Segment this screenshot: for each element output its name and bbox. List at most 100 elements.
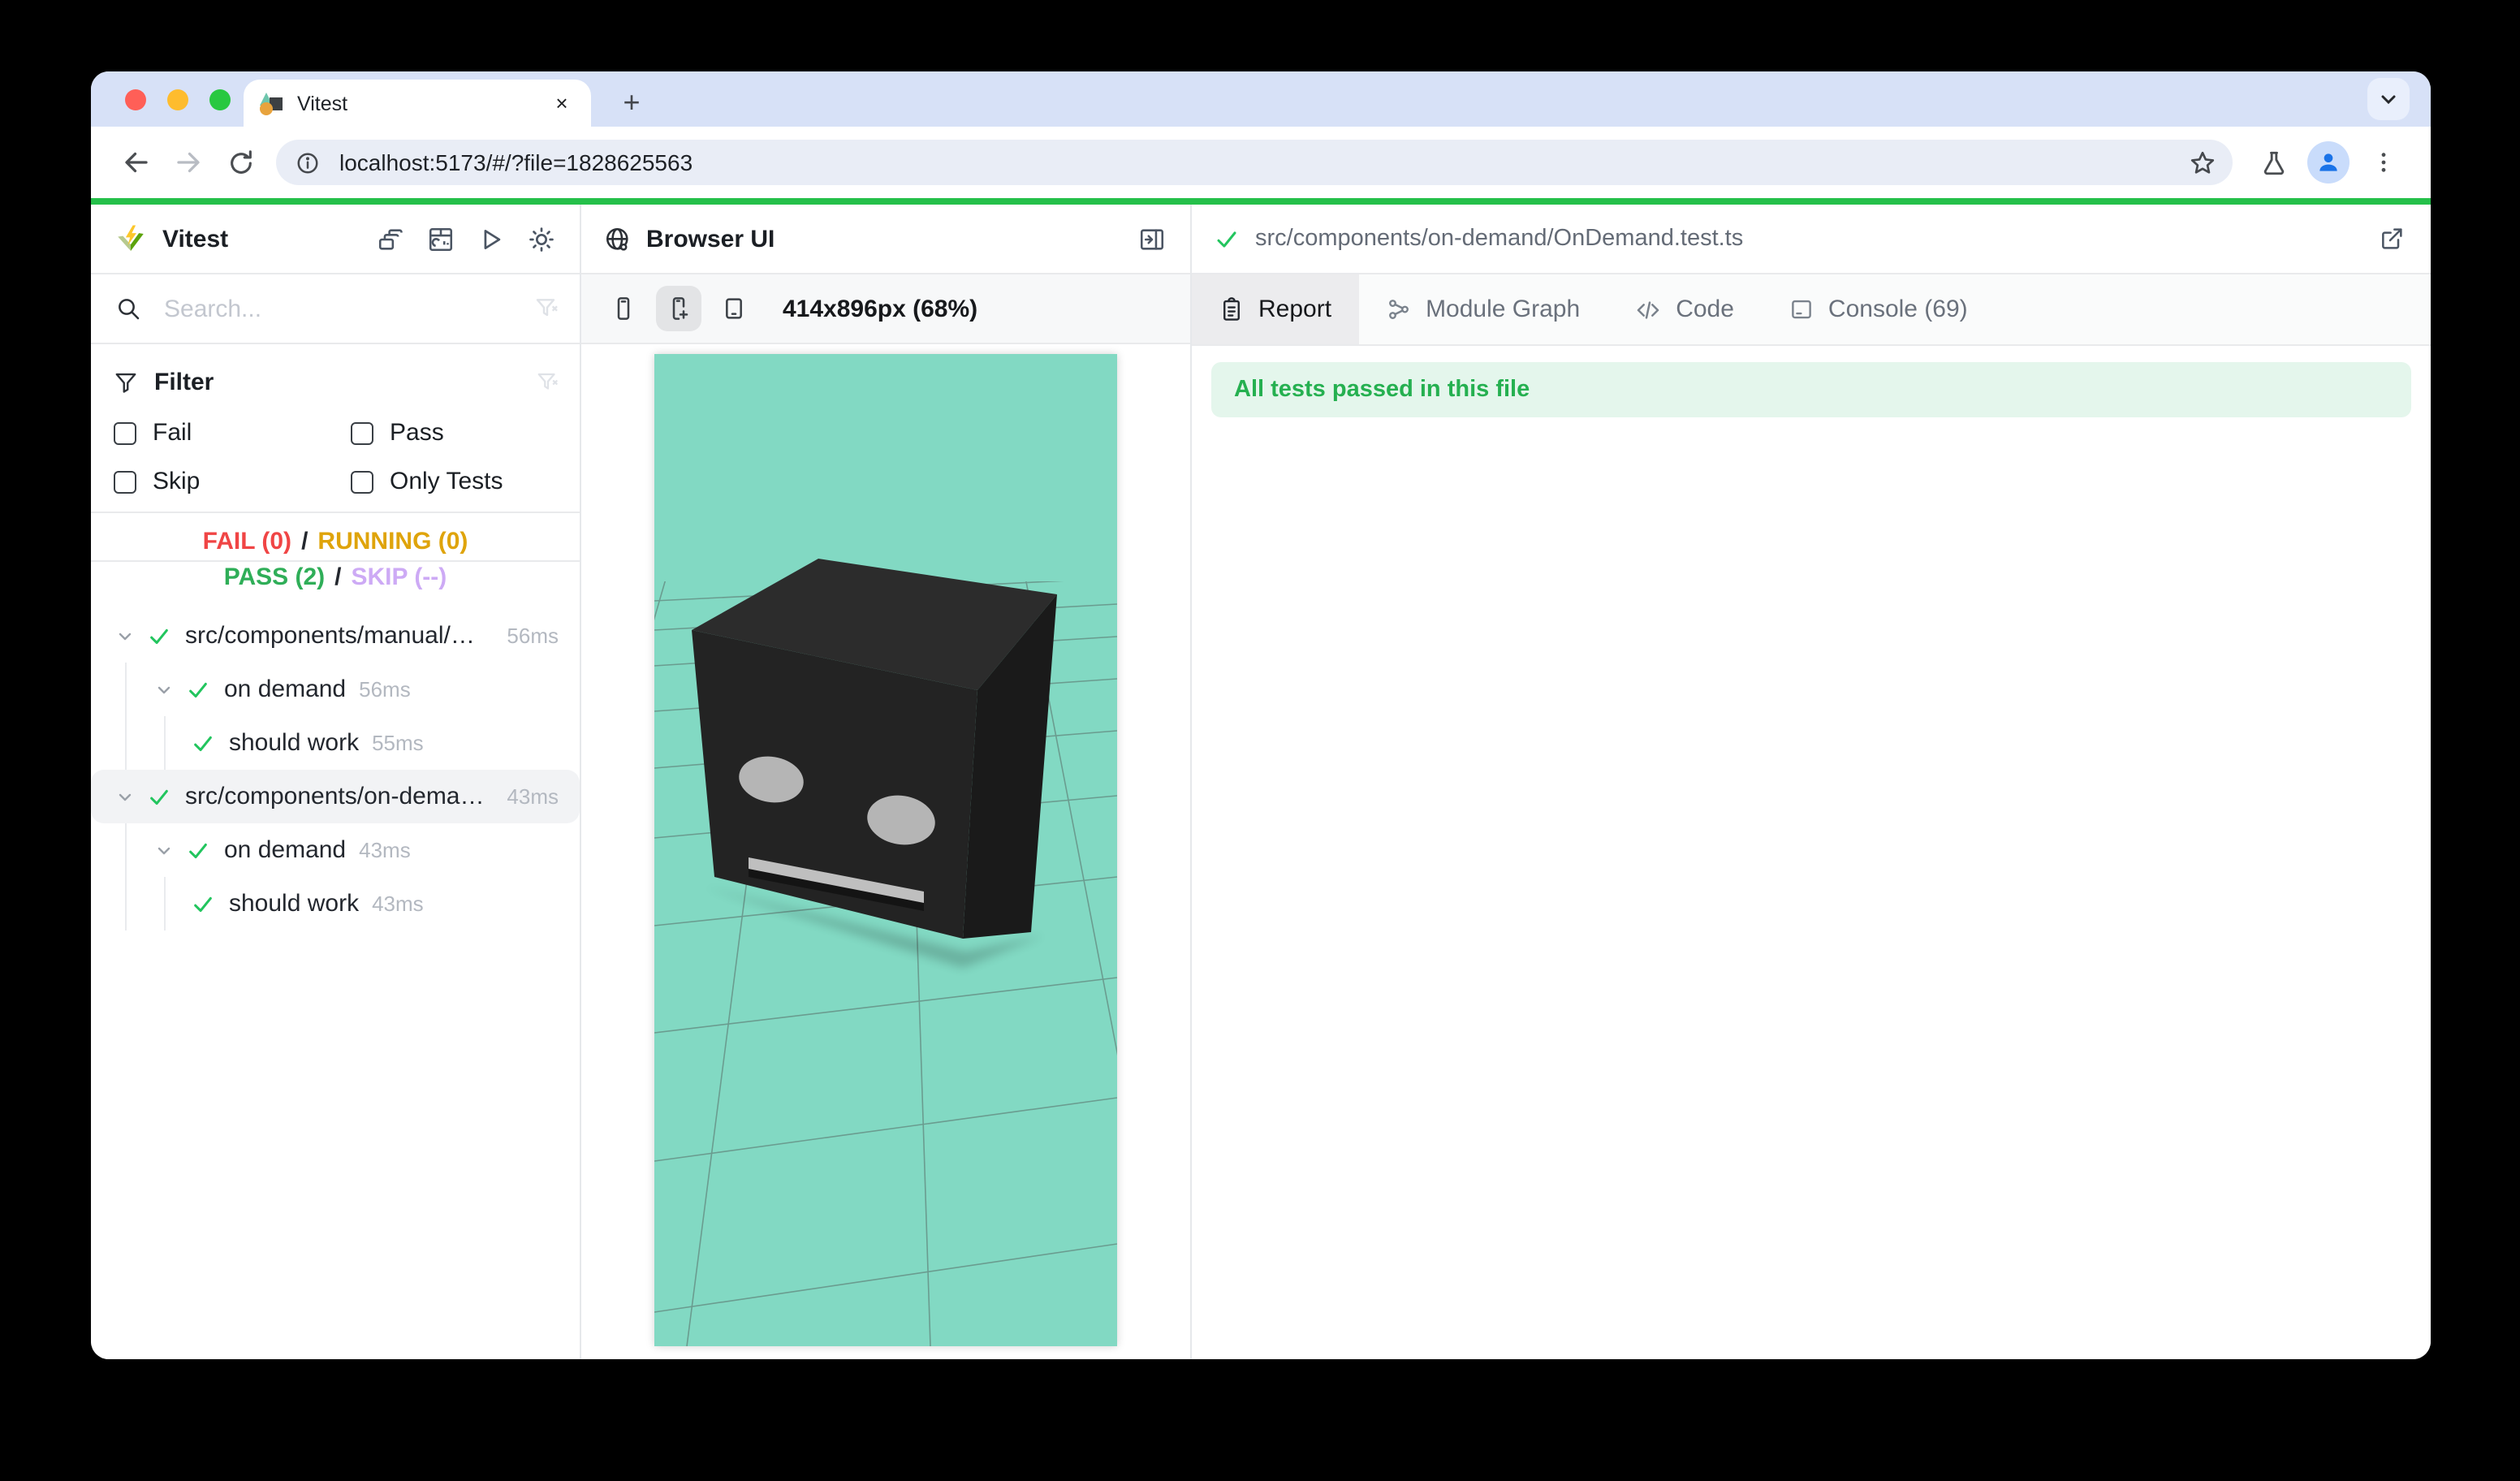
checkbox-label: Skip [153,468,200,495]
dashboard-icon [426,225,454,253]
vitest-ui: Vitest [91,205,2431,1359]
pass-check-icon [187,678,209,701]
flask-icon [2259,149,2287,176]
chevron-down-icon[interactable] [154,840,174,860]
browser-tab[interactable]: Vitest × [244,80,591,127]
url-input[interactable] [336,148,2189,177]
close-window-button[interactable] [125,89,146,110]
test-case-row[interactable]: should work 43ms [91,877,580,930]
arrow-left-icon [122,148,151,177]
checkbox[interactable] [351,470,373,493]
profile-avatar[interactable] [2307,141,2350,184]
console-icon [1789,297,1814,322]
test-label: on demand [224,836,346,864]
module-graph-icon [1387,297,1411,322]
new-tab-button[interactable]: + [614,84,649,120]
search-icon [115,296,141,322]
running-count: RUNNING (0) [317,528,468,555]
search-input[interactable] [161,293,534,324]
site-info-icon[interactable] [296,150,320,175]
theme-toggle-button[interactable] [521,219,560,258]
browser-ui-title: Browser UI [646,225,775,253]
pass-check-icon [1215,227,1239,251]
url-bar[interactable] [276,140,2233,185]
vitest-progress-bar [91,198,2431,205]
clear-filter-icon[interactable] [536,369,560,394]
filter-checkbox-skip[interactable]: Skip [114,468,351,495]
test-label: should work [229,890,359,918]
browser-preview-area [581,344,1190,1359]
device-phone-plus-button[interactable] [656,286,701,331]
chevron-down-icon[interactable] [154,680,174,699]
tab-report[interactable]: Report [1192,274,1359,344]
device-phone-button[interactable] [601,286,646,331]
browser-ui-panel: Browser UI 414x896px [581,205,1192,1359]
banner-text: All tests passed in this file [1234,377,1530,403]
all-tests-passed-banner: All tests passed in this file [1211,362,2411,417]
tab-search-button[interactable] [2367,78,2410,120]
filter-options: Fail Pass Skip Only Tests [114,419,560,495]
open-in-editor-button[interactable] [2372,219,2411,258]
forward-button[interactable] [162,136,214,188]
filter-header: Filter [114,361,560,403]
tab-label: Console (69) [1828,296,1968,323]
open-panel-button[interactable] [1132,219,1171,258]
checkbox[interactable] [114,470,136,493]
browser-viewport-canvas[interactable] [654,354,1117,1346]
skip-count: SKIP (--) [352,563,447,591]
summary-line-1: FAIL (0)/RUNNING (0) [91,525,580,560]
clear-filter-icon[interactable] [534,296,560,322]
dashboard-button[interactable] [421,219,460,258]
back-button[interactable] [110,136,162,188]
browser-window: Vitest × + [91,71,2431,1359]
tab-console[interactable]: Console (69) [1762,274,1996,344]
file-path: src/components/on-demand/OnDemand.test.t… [1255,226,1743,252]
test-file-row[interactable]: src/components/manual/… 56ms [91,609,580,663]
reload-button[interactable] [214,136,266,188]
test-duration: 43ms [507,784,559,809]
test-suite-row[interactable]: on demand 43ms [91,823,580,877]
pass-check-icon [148,785,170,808]
zoom-window-button[interactable] [209,89,231,110]
run-all-button[interactable] [471,219,510,258]
filter-checkbox-pass[interactable]: Pass [351,419,560,447]
tab-module-graph[interactable]: Module Graph [1359,274,1607,344]
test-duration: 43ms [359,838,411,862]
chevron-down-icon [2379,89,2398,109]
browser-menu-button[interactable] [2359,138,2408,187]
test-suite-row[interactable]: on demand 56ms [91,663,580,716]
test-case-row[interactable]: should work 55ms [91,716,580,770]
checkbox-label: Only Tests [390,468,503,495]
tab-title: Vitest [297,92,549,114]
pass-check-icon [192,892,214,915]
tab-label: Code [1676,296,1734,323]
collapse-all-button[interactable] [370,219,409,258]
browser-toolbar [91,127,2431,198]
filter-title: Filter [154,368,214,395]
reload-icon [227,149,254,176]
filter-checkbox-fail[interactable]: Fail [114,419,351,447]
chevron-down-icon[interactable] [115,787,135,806]
checkbox-label: Pass [390,419,444,447]
close-tab-icon[interactable]: × [549,90,575,116]
tab-label: Module Graph [1426,296,1580,323]
bookmark-star-icon[interactable] [2189,149,2216,176]
report-header: src/components/on-demand/OnDemand.test.t… [1192,205,2431,274]
checkbox[interactable] [351,421,373,444]
checkbox[interactable] [114,421,136,444]
test-duration: 56ms [507,624,559,648]
filter-checkbox-only-tests[interactable]: Only Tests [351,468,560,495]
search-row [91,274,580,344]
experiments-flask-button[interactable] [2249,138,2298,187]
device-tablet-button[interactable] [711,286,757,331]
pass-count: PASS (2) [224,563,325,591]
pass-check-icon [187,839,209,861]
tab-code[interactable]: Code [1607,274,1762,344]
person-icon [2315,149,2341,175]
test-file-row-selected[interactable]: src/components/on-dema… 43ms [91,770,580,823]
play-icon [477,225,504,253]
chevron-down-icon[interactable] [115,626,135,646]
test-duration: 56ms [359,677,411,702]
minimize-window-button[interactable] [167,89,188,110]
tab-strip: Vitest × + [91,71,2431,127]
